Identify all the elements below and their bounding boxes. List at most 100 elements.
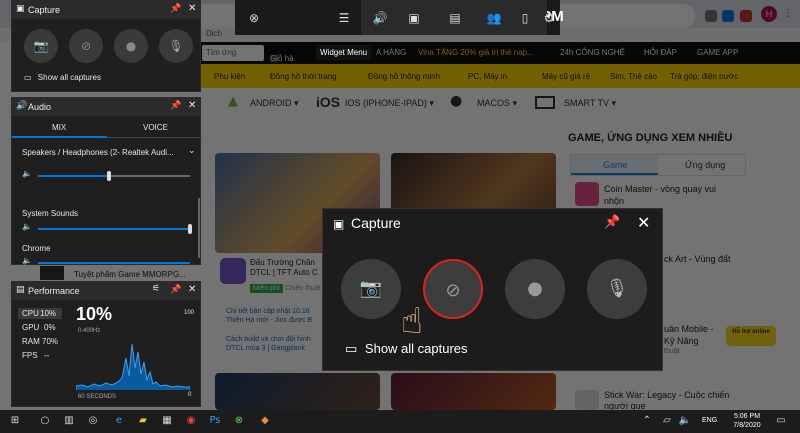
category-item[interactable]: Trả góp, điện nước — [670, 72, 738, 81]
mouse-icon[interactable]: ▯ — [516, 9, 534, 27]
performance-icon: ▤ — [16, 285, 25, 295]
close-icon[interactable]: ✕ — [188, 100, 196, 111]
nav-item[interactable]: A HÀNG — [376, 48, 406, 57]
site-search-input[interactable]: Tìm ứng — [202, 45, 264, 61]
device-volume-slider[interactable] — [107, 171, 111, 181]
system-sounds-label: System Sounds — [22, 209, 79, 218]
windows-start-icon[interactable]: ⊞ — [8, 414, 22, 428]
category-bar: Phụ kiện Đồng hồ thời trang Đồng hồ thôn… — [200, 64, 800, 88]
left-caption[interactable]: Tuyệt phẩm Game MMORPG... — [74, 270, 186, 279]
os-item[interactable]: MACOS ▾ — [477, 98, 517, 109]
language-indicator[interactable]: ENG — [702, 417, 717, 424]
show-all-captures-link[interactable]: ▭ Show all captures — [24, 73, 101, 82]
chevron-down-icon[interactable]: ⌄ — [188, 146, 196, 156]
cpu-graph — [76, 343, 190, 390]
close-icon[interactable]: ✕ — [188, 284, 196, 295]
volume-icon[interactable]: 🔈 — [678, 414, 692, 428]
tab-voice[interactable]: VOICE — [107, 120, 202, 138]
star-icon[interactable] — [705, 10, 717, 22]
sport-banner-image[interactable] — [215, 373, 380, 410]
start-recording-button[interactable]: ● — [505, 259, 565, 319]
side-item-title[interactable]: ck Art - Vùng đất — [664, 254, 731, 264]
os-item[interactable]: IOS (IPHONE-IPAD) ▾ — [345, 98, 434, 109]
notifications-icon[interactable]: ▭ — [774, 414, 788, 428]
category-item[interactable]: PC, Máy in — [468, 72, 507, 81]
tab-game[interactable]: Game — [571, 155, 658, 175]
screenshot-button[interactable]: 📷 — [341, 259, 401, 319]
os-item[interactable]: ANDROID ▾ — [250, 98, 299, 109]
xbox-icon[interactable]: ⊗ — [232, 414, 246, 428]
folder-icon[interactable]: ▰ — [136, 414, 150, 428]
extension-icon[interactable] — [722, 10, 734, 22]
chevron-up-icon[interactable]: ⌃ — [640, 414, 654, 428]
pin-icon[interactable]: 📌 — [170, 101, 181, 111]
nav-item[interactable]: HỎI ĐÁP — [644, 48, 677, 57]
perf-label: GPU — [22, 323, 40, 332]
chrome-icon[interactable]: ◉ — [184, 414, 198, 428]
more-icon[interactable]: ⋮ — [783, 8, 793, 19]
pin-icon[interactable]: 📌 — [604, 215, 620, 230]
tab-mix[interactable]: MIX — [12, 120, 107, 138]
game-banner-image[interactable] — [391, 373, 556, 410]
speaker-icon: 🔈 — [22, 256, 32, 265]
game-bar: ⊗ 5:06 PM ☰ 🔊 ▣ ▤ 👥 ▯ ⚙ — [235, 0, 564, 35]
mic-toggle-button[interactable]: 🎙 — [587, 259, 647, 319]
close-icon[interactable]: ✕ — [637, 213, 650, 232]
side-item-title[interactable]: Coin Master - vòng quay vui — [604, 184, 716, 194]
pin-icon[interactable]: 📌 — [170, 285, 181, 295]
store-icon[interactable]: ▦ — [160, 414, 174, 428]
settings-icon[interactable]: ⚙ — [540, 9, 558, 27]
pin-icon[interactable]: 📌 — [170, 4, 181, 14]
audio-device-select[interactable]: Speakers / Headphones (2- Realtek Audi..… — [22, 148, 174, 157]
avatar[interactable]: H — [761, 6, 777, 22]
record-last-button[interactable]: ⊘ — [69, 29, 103, 63]
screenshot-button[interactable]: 📷 — [24, 29, 58, 63]
show-all-captures-link[interactable]: ▭ Show all captures — [345, 341, 468, 357]
app-icon[interactable]: ◆ — [258, 414, 272, 428]
menu-icon[interactable]: ☰ — [335, 9, 353, 27]
start-recording-button[interactable]: ● — [114, 29, 148, 63]
system-volume-slider[interactable] — [188, 224, 192, 234]
social-icon[interactable]: 👥 — [485, 9, 503, 27]
edge-icon[interactable]: e — [112, 414, 126, 428]
bookmark-item[interactable]: Dịch — [206, 29, 222, 38]
os-item[interactable]: SMART TV ▾ — [564, 98, 616, 109]
nav-item[interactable]: GAME APP — [697, 48, 738, 57]
mic-toggle-button[interactable]: 🎙 — [159, 29, 193, 63]
windows-watermark: Windows — [672, 368, 709, 378]
network-icon[interactable]: ▱ — [660, 414, 674, 428]
system-volume-fill — [38, 228, 190, 230]
article-link[interactable]: Cách build và chơi đội hình DTCL mùa 3 |… — [226, 335, 322, 355]
side-item-count: thuật — [664, 348, 680, 355]
category-item[interactable]: Phụ kiện — [214, 72, 245, 81]
article-link[interactable]: Chi tiết bản cập nhật 10.16 Thiên Hà mới… — [226, 307, 322, 327]
record-last-button[interactable]: ⊘ — [423, 259, 483, 319]
scrollbar[interactable] — [198, 198, 200, 258]
extension-icon[interactable] — [740, 10, 752, 22]
category-item[interactable]: Đồng hồ thời trang — [270, 72, 337, 81]
nav-item[interactable]: Vina TẶNG 20% giá trị thẻ nap... — [418, 48, 534, 57]
category-item[interactable]: Đồng hồ thông minh — [368, 72, 440, 81]
search-icon[interactable]: ○ — [38, 414, 52, 428]
category-item[interactable]: Máy cũ giá rẻ — [542, 72, 590, 81]
gallery-icon: ▭ — [345, 342, 358, 357]
options-icon[interactable]: ⚟ — [152, 284, 160, 294]
category-item[interactable]: Sim, Thẻ cào — [610, 72, 657, 81]
xbox-icon[interactable]: ⊗ — [245, 9, 263, 27]
capture-icon[interactable]: ▣ — [405, 9, 423, 27]
close-icon[interactable]: ✕ — [188, 3, 196, 14]
performance-icon[interactable]: ▤ — [446, 9, 464, 27]
side-item-title[interactable]: Stick War: Legacy - Cuộc chiến — [604, 390, 729, 400]
cortana-icon[interactable]: ◎ — [86, 414, 100, 428]
side-item-title[interactable]: uân Mobile - — [664, 324, 714, 334]
photoshop-icon[interactable]: Ps — [208, 414, 222, 428]
capture-widget-title: Capture — [28, 5, 61, 15]
tab-apps[interactable]: Ứng dụng — [659, 155, 745, 175]
support-chat-button[interactable]: Hỗ trợ online — [726, 326, 776, 346]
audio-icon[interactable]: 🔊 — [371, 9, 389, 27]
task-view-icon[interactable]: ▥ — [62, 414, 76, 428]
article-title[interactable]: Đấu Trường Chân DTCL | TFT Auto C — [250, 258, 322, 278]
taskbar-clock[interactable]: 5:06 PM 7/8/2020 — [732, 412, 762, 430]
os-item[interactable]: iOS — [316, 94, 340, 110]
nav-item[interactable]: 24h CÔNG NGHỆ — [560, 48, 625, 57]
